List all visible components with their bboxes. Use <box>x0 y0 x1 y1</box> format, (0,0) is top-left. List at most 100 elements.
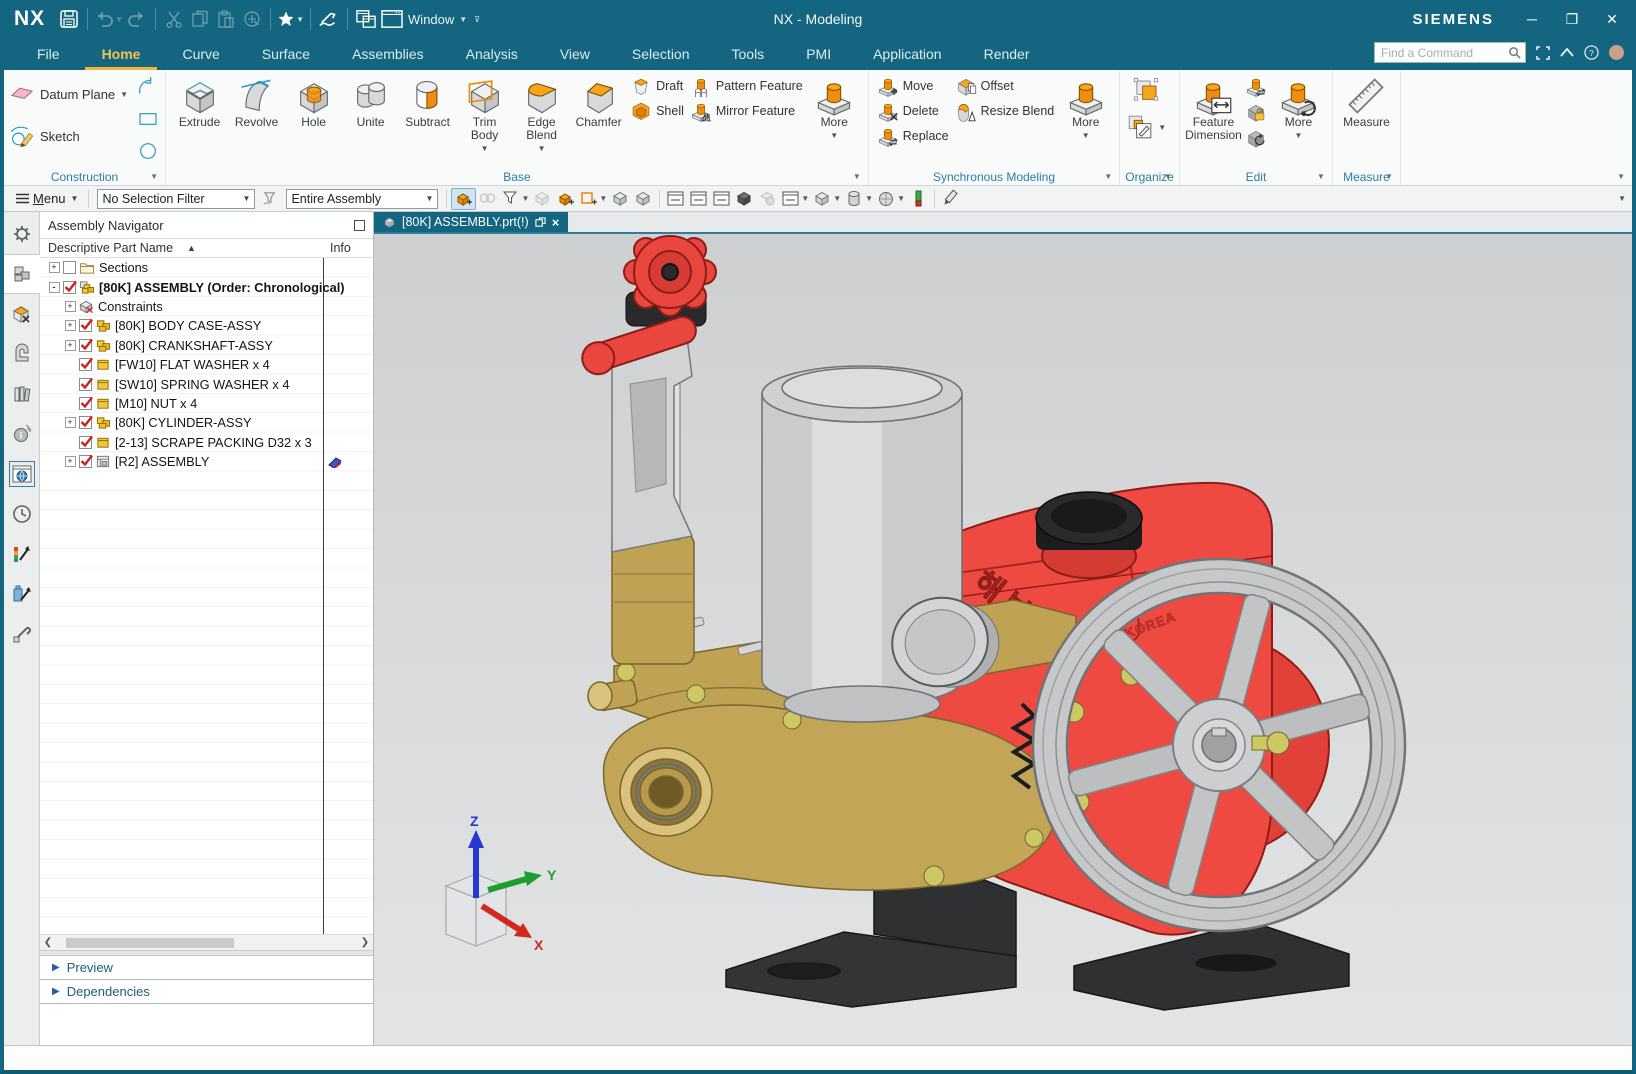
oil-cap[interactable] <box>1036 492 1142 550</box>
shaded-view-icon[interactable] <box>609 188 632 210</box>
window-menu[interactable]: Window <box>408 12 454 27</box>
selection-filter-combo[interactable]: No Selection Filter▼ <box>97 189 255 209</box>
resource-roles-gear[interactable] <box>4 214 40 254</box>
tree-row[interactable]: +[80K] CYLINDER-ASSY <box>40 413 373 432</box>
scrollbar-thumb[interactable] <box>66 938 234 948</box>
expander-icon[interactable]: + <box>65 456 76 467</box>
annotation-pencil-icon[interactable] <box>939 188 962 210</box>
section-expand-icon[interactable]: ▶ <box>52 962 60 973</box>
part-tab[interactable]: [80K] ASSEMBLY.prt(!) × <box>374 212 568 232</box>
resource-visual-reports[interactable] <box>4 534 40 574</box>
mirror-feature-button[interactable]: Mirror Feature <box>690 98 803 123</box>
minimize-button[interactable]: ─ <box>1512 0 1552 38</box>
resize-blend-button[interactable]: Resize Blend <box>955 98 1055 123</box>
draft-button[interactable]: Draft <box>630 73 684 98</box>
touch-mode-icon[interactable] <box>317 6 341 32</box>
model-canvas[interactable]: 해보고 MADE IN KOREA <box>374 234 1632 1045</box>
point-constructor-icon[interactable] <box>554 188 577 210</box>
group-label-measure[interactable]: Measure▼ <box>1338 168 1395 185</box>
expander-icon[interactable]: - <box>49 282 60 293</box>
panel-detach-icon[interactable] <box>354 220 365 231</box>
shell-button[interactable]: Shell <box>630 98 684 123</box>
hole-button[interactable]: Hole <box>285 73 342 129</box>
offset-button[interactable]: Offset <box>955 73 1055 98</box>
pattern-feature-button[interactable]: Pattern Feature <box>690 73 803 98</box>
circle-tool-button[interactable] <box>136 139 160 168</box>
orientation-triad[interactable]: Z Y X <box>446 813 557 953</box>
column-name[interactable]: Descriptive Part Name <box>48 241 173 255</box>
material-icon[interactable] <box>907 188 930 210</box>
tree-row[interactable]: [2-13] SCRAPE PACKING D32 x 3 <box>40 433 373 452</box>
fullscreen-icon[interactable] <box>1536 46 1550 60</box>
resource-manufacturing-wizard[interactable] <box>4 574 40 614</box>
subtract-button[interactable]: Subtract <box>399 73 456 129</box>
arc-tool-button[interactable] <box>136 75 160 104</box>
pressure-regulator[interactable] <box>578 292 706 664</box>
edge-blend-button[interactable]: EdgeBlend▼ <box>513 73 570 155</box>
favorites-icon[interactable]: ▼ <box>277 6 304 32</box>
edit-replay-button[interactable] <box>1245 125 1267 150</box>
tab-tools[interactable]: Tools <box>711 40 786 70</box>
sketch-button[interactable]: Sketch <box>9 121 128 151</box>
tree-column-header[interactable]: Descriptive Part Name ▲ Info <box>40 238 373 258</box>
resource-web-browser[interactable] <box>4 454 40 494</box>
update-display-icon[interactable] <box>710 188 733 210</box>
filter-reset-icon[interactable] <box>259 188 282 210</box>
visibility-checkbox[interactable] <box>79 378 92 391</box>
feature-dimension-button[interactable]: FeatureDimension <box>1185 73 1242 142</box>
handwheel[interactable] <box>624 236 716 316</box>
trim-body-button[interactable]: TrimBody▼ <box>456 73 513 155</box>
section-preview[interactable]: ▶Preview <box>40 956 373 980</box>
datum-plane-button[interactable]: Datum Plane▼ <box>9 79 128 109</box>
unite-button[interactable]: Unite <box>342 73 399 129</box>
selection-scope-icon[interactable]: ▼ <box>499 188 531 210</box>
tree-row[interactable]: +Constraints <box>40 297 373 316</box>
cylinder-tool-icon[interactable]: ▼ <box>843 188 875 210</box>
column-info[interactable]: Info <box>330 241 351 255</box>
tree-row[interactable]: +[80K] CRANKSHAFT-ASSY <box>40 336 373 355</box>
scroll-left-arrow[interactable]: ❮ <box>40 937 56 948</box>
visibility-checkbox[interactable] <box>79 339 92 352</box>
visibility-checkbox[interactable] <box>79 358 92 371</box>
sort-ascending-icon[interactable]: ▲ <box>187 243 196 253</box>
group-label-synchronous-modeling[interactable]: Synchronous Modeling▼ <box>874 168 1115 185</box>
group-label-organize[interactable]: Organize▼ <box>1125 168 1174 185</box>
minimize-ribbon-icon[interactable] <box>1560 48 1574 57</box>
visibility-checkbox[interactable] <box>63 261 76 274</box>
window-menu-caret[interactable]: ▼ <box>459 15 467 24</box>
arrangements-button[interactable] <box>1131 76 1161 106</box>
rectangle-tool-button[interactable] <box>136 107 160 136</box>
save-icon[interactable] <box>57 6 81 32</box>
revolve-button[interactable]: Revolve <box>228 73 285 129</box>
edit-display-button[interactable]: ▼ <box>1125 112 1166 142</box>
close-tab-icon[interactable]: × <box>552 215 560 230</box>
model-3d-view[interactable]: 해보고 MADE IN KOREA <box>374 234 1632 1043</box>
replace-face-button[interactable]: Replace <box>877 123 949 148</box>
move-face-button[interactable]: Move <box>877 73 949 98</box>
expander-icon[interactable]: + <box>65 417 76 428</box>
tab-assemblies[interactable]: Assemblies <box>331 40 445 70</box>
find-command-box[interactable] <box>1374 42 1526 63</box>
resource-history[interactable] <box>4 494 40 534</box>
tab-home[interactable]: Home <box>81 40 162 70</box>
scope-combo[interactable]: Entire Assembly▼ <box>286 189 438 209</box>
tab-file[interactable]: File <box>16 40 81 70</box>
horizontal-scrollbar[interactable]: ❮ ❯ <box>40 934 373 950</box>
customize-qat-icon[interactable]: ⊽ <box>474 15 480 24</box>
info-book-icon[interactable] <box>328 456 342 468</box>
tree-row[interactable]: +[80K] BODY CASE-ASSY <box>40 316 373 335</box>
maximize-button[interactable]: ❐ <box>1552 0 1592 38</box>
show-hide-icon[interactable] <box>664 188 687 210</box>
resource-system-tools[interactable] <box>4 614 40 654</box>
edit-more-button[interactable]: More▼ <box>1270 73 1327 142</box>
window-cascade-icon[interactable] <box>354 6 378 32</box>
resource-constraint-navigator[interactable] <box>4 294 40 334</box>
tab-render[interactable]: Render <box>963 40 1051 70</box>
find-command-input[interactable] <box>1379 45 1508 61</box>
expander-icon[interactable]: + <box>65 301 76 312</box>
resource-reuse-library[interactable] <box>4 374 40 414</box>
visibility-checkbox[interactable] <box>79 436 92 449</box>
base-more-button[interactable]: More▼ <box>806 73 863 142</box>
close-button[interactable]: ✕ <box>1592 0 1632 38</box>
part-tab-label[interactable]: [80K] ASSEMBLY.prt(!) <box>402 215 529 229</box>
